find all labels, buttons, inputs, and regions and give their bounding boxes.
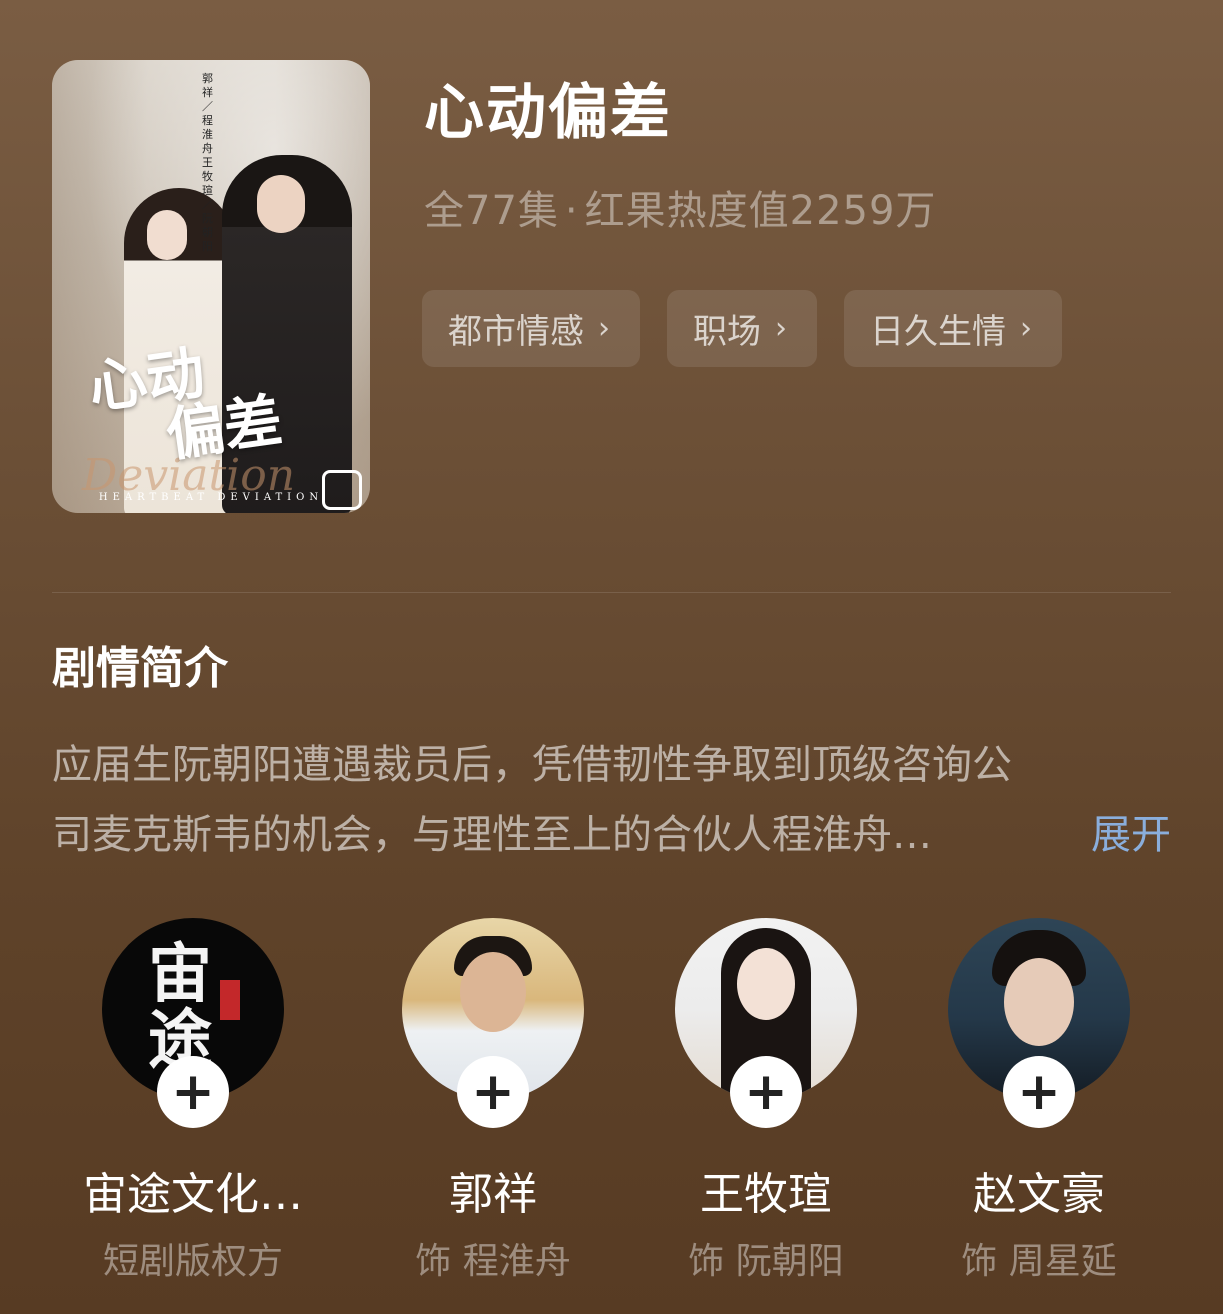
section-divider [52,592,1171,593]
synopsis-heading: 剧情简介 [52,643,228,694]
chevron-right-icon: › [598,311,610,346]
cast-name: 郭祥 [449,1169,537,1220]
follow-plus-button[interactable]: + [730,1056,802,1128]
meta-separator: · [564,188,579,234]
chevron-right-icon: › [1020,311,1032,346]
poster-face-man [257,175,305,233]
tag-label: 都市情感 [448,312,584,352]
cast-role: 饰 阮朝阳 [688,1241,844,1282]
tag-urban-romance[interactable]: 都市情感 › [422,290,640,367]
tag-slow-burn[interactable]: 日久生情 › [844,290,1062,367]
poster-face-woman [147,210,187,260]
tag-label: 职场 [693,312,761,352]
drama-title: 心动偏差 [424,78,672,148]
genre-tags: 都市情感 › 职场 › 日久生情 › [422,290,1062,367]
poster-subtitle: HEARTBEAT DEVIATION [98,492,324,503]
cast-role: 饰 周星延 [961,1241,1117,1282]
synopsis-text: 应届生阮朝阳遭遇裁员后，凭借韧性争取到顶级咨询公 司麦克斯韦的机会，与理性至上的… [52,730,1172,870]
studio-logo: 宙途 [148,937,212,1078]
follow-plus-button[interactable]: + [457,1056,529,1128]
avatar-face [737,948,795,1020]
drama-poster[interactable]: 郭祥／程淮舟 王牧瑄／阮朝阳 Deviation 心动 偏差 HEARTBEAT… [52,60,370,513]
logo-seal-icon [220,980,240,1020]
cast-name: 赵文豪 [973,1169,1105,1220]
avatar-face [1004,958,1074,1046]
follow-plus-button[interactable]: + [157,1056,229,1128]
drama-meta: 全77集 · 红果热度值2259万 [424,178,936,236]
synopsis-line-2: 司麦克斯韦的机会，与理性至上的合伙人程淮舟… [52,812,932,858]
tag-label: 日久生情 [870,312,1006,352]
cast-name: 宙途文化… [83,1169,303,1220]
chevron-right-icon: › [775,311,787,346]
synopsis-line-1: 应届生阮朝阳遭遇裁员后，凭借韧性争取到顶级咨询公 [52,742,1012,788]
expand-synopsis-button[interactable]: 展开 [1091,800,1171,870]
poster-stamp-icon [322,470,362,510]
poster-cast-credits: 郭祥／程淮舟 王牧瑄／阮朝阳 [202,72,213,253]
heat-value: 红果热度值2259万 [584,188,937,234]
cast-name: 王牧瑄 [700,1169,832,1220]
follow-plus-button[interactable]: + [1003,1056,1075,1128]
episode-count: 全77集 [424,188,559,234]
cast-role: 饰 程淮舟 [415,1241,571,1282]
tag-workplace[interactable]: 职场 › [667,290,817,367]
cast-role: 短剧版权方 [102,1241,283,1282]
avatar-face [460,952,526,1032]
